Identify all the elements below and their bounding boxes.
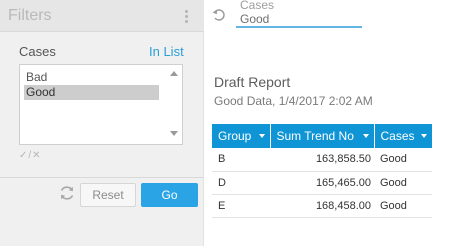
table-cell-sum: 168,458.00 [270, 194, 374, 218]
column-header-group[interactable]: Group [212, 124, 271, 148]
scroll-up-arrow-icon[interactable] [170, 71, 178, 76]
filter-chip-value: Good [240, 12, 270, 26]
report-title: Draft Report [214, 74, 291, 90]
table-cell-group: B [212, 148, 270, 172]
active-filter-chip[interactable]: Cases Good [236, 0, 362, 28]
scroll-down-arrow-icon[interactable] [170, 131, 178, 136]
table-header-row: Group Sum Trend No Cases [212, 124, 432, 148]
list-option-bad[interactable]: Bad [24, 70, 159, 85]
undo-icon[interactable] [212, 8, 226, 22]
in-list-link[interactable]: In List [149, 44, 184, 59]
table-cell-sum: 165,465.00 [270, 171, 374, 195]
select-all-none-toggle[interactable]: ✓/✕ [19, 150, 42, 161]
column-header-label: Sum Trend No [276, 129, 354, 143]
table-row: D 165,465.00 Good [212, 171, 432, 195]
filter-field-label: Cases [19, 44, 56, 59]
table-cell-cases: Good [374, 171, 432, 195]
app-root: Filters Cases In List Bad Good ✓/✕ Reset… [0, 0, 474, 246]
filter-value-listbox[interactable]: Bad Good [19, 64, 183, 145]
reset-button[interactable]: Reset [80, 183, 136, 207]
table-cell-group: E [212, 194, 270, 218]
table-row: E 168,458.00 Good [212, 194, 432, 218]
table-row: B 163,858.50 Good [212, 148, 432, 172]
filters-title: Filters [8, 7, 52, 24]
report-table: Group Sum Trend No Cases B 163,858.50 Go… [212, 124, 432, 218]
table-cell-sum: 163,858.50 [270, 148, 374, 172]
sort-dropdown-icon[interactable] [362, 134, 369, 138]
filter-chip-field: Cases [240, 0, 275, 12]
column-header-cases[interactable]: Cases [374, 124, 432, 148]
refresh-icon[interactable] [58, 184, 76, 202]
filters-header: Filters [0, 0, 204, 32]
more-menu-icon[interactable] [185, 10, 189, 24]
column-header-label: Group [218, 129, 252, 143]
column-header-sum-trend-no[interactable]: Sum Trend No [270, 124, 375, 148]
table-cell-cases: Good [374, 148, 432, 172]
table-cell-cases: Good [374, 194, 432, 218]
filters-panel: Filters Cases In List Bad Good ✓/✕ Reset… [0, 0, 204, 246]
listbox-scrollbar[interactable] [166, 65, 182, 144]
column-header-label: Cases [380, 129, 415, 143]
list-option-good[interactable]: Good [24, 85, 159, 100]
go-button[interactable]: Go [141, 183, 198, 207]
table-cell-group: D [212, 171, 270, 195]
sort-dropdown-icon[interactable] [258, 134, 265, 138]
report-subtitle: Good Data, 1/4/2017 2:02 AM [214, 94, 373, 108]
sort-dropdown-icon[interactable] [421, 134, 427, 138]
footer-divider [0, 177, 204, 178]
